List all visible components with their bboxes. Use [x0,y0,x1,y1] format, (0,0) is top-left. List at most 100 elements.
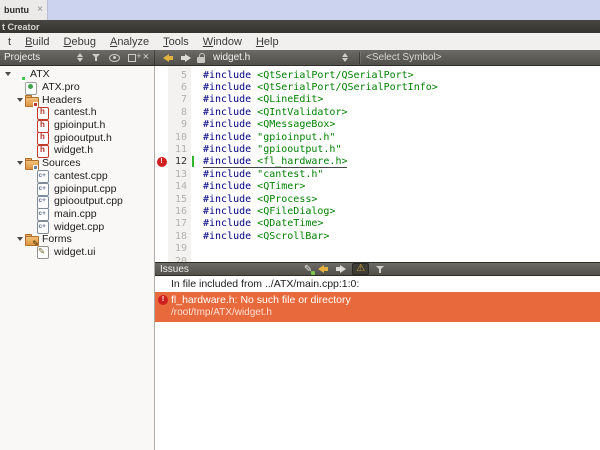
issues-filter-icon[interactable] [376,265,385,274]
menu-item-rest: elp [264,36,279,48]
tree-item[interactable]: ATX.pro [0,81,154,94]
code-line[interactable]: ! 7 #include<QLineEdit> [155,94,600,106]
file-type-icon [37,119,49,131]
code-line[interactable]: ! 8 #include<QIntValidator> [155,106,600,118]
code-text[interactable]: #include"gpioinput.h" [191,132,335,143]
code-text[interactable]: #include<QTimer> [191,181,305,192]
menu-item[interactable]: Debug [57,36,103,48]
menu-item[interactable]: Window [196,36,249,48]
forward-icon[interactable] [180,54,191,62]
issue-error-path: /root/tmp/ATX/widget.h [171,307,351,319]
menu-item[interactable]: Analyze [103,36,156,48]
tree-item-label: ATX [30,68,50,80]
code-line[interactable]: ! 12 #include<fl_hardware.h> [155,156,600,168]
tree-item[interactable]: gpiooutput.h [0,131,154,144]
icon-overlay [33,102,38,107]
expand-arrow-icon[interactable] [15,237,25,241]
tree-item[interactable]: widget.ui [0,246,154,259]
expand-arrow-icon[interactable] [15,98,25,102]
code-line[interactable]: ! 11 #include"gpiooutput.h" [155,143,600,155]
line-number: 11 [168,144,191,155]
code-text[interactable]: #include<QDateTime> [191,218,323,229]
menu-item[interactable]: Build [18,36,56,48]
code-line[interactable]: ! 5 #include<QtSerialPort/QSerialPort> [155,69,600,81]
updown-arrows-icon[interactable] [76,53,84,62]
code-text[interactable]: #include"gpiooutput.h" [191,144,341,155]
tree-item[interactable]: main.cpp [0,208,154,221]
code-text[interactable]: #include"cantest.h" [191,169,323,180]
issue-error-row[interactable]: ! fl_hardware.h: No such file or directo… [155,292,600,322]
expand-arrow-icon[interactable] [15,161,25,165]
code-line[interactable]: ! 20 [155,255,600,262]
code-line[interactable]: ! 6 #include<QtSerialPort/QSerialPortInf… [155,81,600,93]
include-arg-token: <QIntValidator> [251,107,347,118]
tree-item[interactable]: widget.cpp [0,220,154,233]
tree-item[interactable]: Sources [0,157,154,170]
code-text[interactable]: #include<QMessageBox> [191,119,335,130]
prev-issue-icon[interactable] [318,265,329,273]
code-line[interactable]: ! 19 [155,242,600,254]
code-text[interactable]: #include<QtSerialPort/QSerialPort> [191,70,414,81]
issue-info-row[interactable]: In file included from ../ATX/main.cpp:1:… [155,276,600,292]
window-title-bar[interactable]: t Creator [0,20,600,33]
code-text[interactable]: #include<QIntValidator> [191,107,347,118]
expand-arrow-icon[interactable] [3,72,13,76]
preprocessor-token: #include [203,206,251,217]
menu-item[interactable]: Tools [156,36,196,48]
code-line[interactable]: ! 18 #include<QScrollBar> [155,230,600,242]
tree-item[interactable]: cantest.h [0,106,154,119]
tree-item[interactable]: widget.h [0,144,154,157]
tree-item[interactable]: cantest.cpp [0,170,154,183]
filter-icon[interactable] [92,53,101,62]
code-line[interactable]: ! 14 #include<QTimer> [155,181,600,193]
open-file-name: widget.h [213,52,250,63]
file-type-icon [37,106,49,118]
top-toolbar: Projects × widget.h <Select Symbol> [0,50,600,66]
code-text[interactable]: #include<QtSerialPort/QSerialPortInfo> [191,82,438,93]
tab-close-icon[interactable]: × [37,5,43,15]
toolbar-separator [359,52,360,64]
back-icon[interactable] [163,54,174,62]
tree-item-label: ATX.pro [42,81,80,93]
preprocessor-token: #include [203,107,251,118]
code-text[interactable]: #include<QLineEdit> [191,94,323,105]
warning-triangle-icon: ⚠ [356,264,365,274]
next-issue-icon[interactable] [335,265,346,273]
code-text[interactable]: #include<fl_hardware.h> [191,156,347,167]
code-text[interactable]: #include<QProcess> [191,194,317,205]
menu-item-rest: ebug [71,36,95,48]
show-warnings-toggle[interactable]: ⚠ [352,263,369,275]
annotate-icon[interactable]: ✎ [304,264,312,275]
issues-pane-title[interactable]: Issues [155,264,189,275]
browser-tab[interactable]: buntu × [0,0,48,20]
line-number: 14 [168,181,191,192]
tree-item-label: cantest.cpp [54,170,108,182]
code-line[interactable]: ! 16 #include<QFileDialog> [155,205,600,217]
code-line[interactable]: ! 15 #include<QProcess> [155,193,600,205]
menu-item[interactable]: Help [249,36,286,48]
sync-with-editor-icon[interactable] [109,54,120,62]
tree-item[interactable]: ATX [0,68,154,81]
tree-item[interactable]: gpiooutput.cpp [0,195,154,208]
code-area[interactable]: ! 5 #include<QtSerialPort/QSerialPort> !… [155,66,600,262]
split-icon[interactable] [128,54,136,62]
tree-item[interactable]: gpioinput.cpp [0,182,154,195]
projects-pane-title[interactable]: Projects [0,52,40,63]
file-type-icon [37,221,49,233]
tree-item[interactable]: gpioinput.h [0,119,154,132]
open-file-dropdown[interactable]: widget.h [213,52,353,63]
tree-item[interactable]: ✎ Forms [0,233,154,246]
chevron-updown-icon [341,53,349,62]
code-line[interactable]: ! 13 #include"cantest.h" [155,168,600,180]
code-line[interactable]: ! 9 #include<QMessageBox> [155,119,600,131]
symbol-selector-dropdown[interactable]: <Select Symbol> [366,52,442,63]
code-line[interactable]: ! 10 #include"gpioinput.h" [155,131,600,143]
menu-item[interactable]: t [1,36,18,48]
code-line[interactable]: ! 17 #include<QDateTime> [155,218,600,230]
tree-item[interactable]: Headers [0,93,154,106]
line-number: 20 [168,256,191,262]
text-cursor [192,156,194,167]
code-text[interactable]: #include<QScrollBar> [191,231,329,242]
line-number: 13 [168,169,191,180]
code-text[interactable]: #include<QFileDialog> [191,206,335,217]
